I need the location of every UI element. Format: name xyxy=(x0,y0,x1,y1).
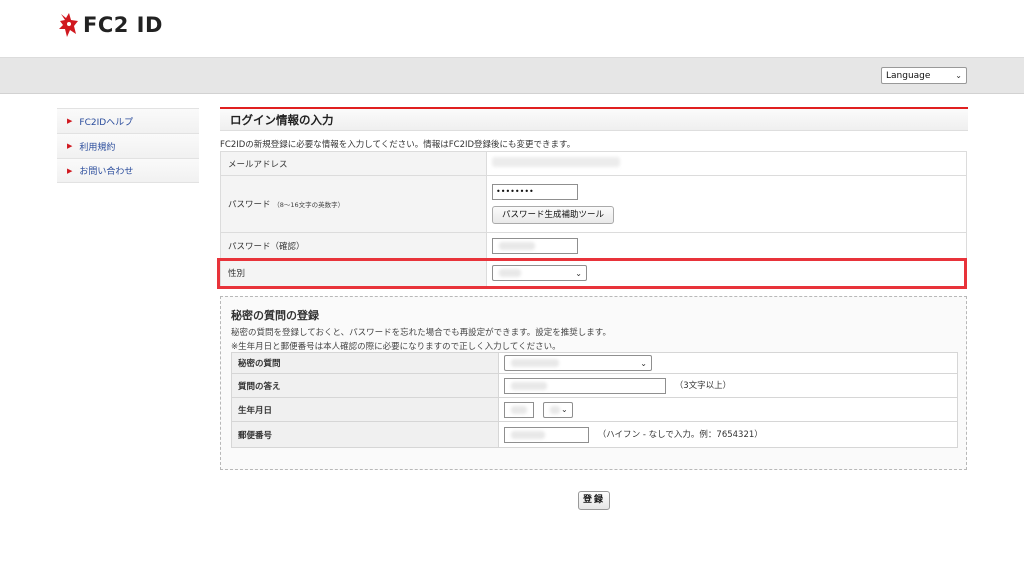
birthdate-cell: ⌄ xyxy=(498,397,958,422)
triangle-right-icon: ▶ xyxy=(67,166,73,175)
postal-code-input[interactable] xyxy=(504,426,589,443)
postal-label: 郵便番号 xyxy=(231,421,499,448)
secret-question-select[interactable]: ⌄ xyxy=(504,355,652,371)
redacted-value xyxy=(511,359,559,367)
password-input[interactable]: •••••••• xyxy=(492,184,578,200)
fc2-logo[interactable]: FC2 ID xyxy=(57,12,163,38)
triangle-right-icon: ▶ xyxy=(67,117,73,125)
secret-question-section: 秘密の質問の登録 秘密の質問を登録しておくと、パスワードを忘れた場合でも再設定が… xyxy=(220,296,967,470)
password-generator-button[interactable]: パスワード生成補助ツール xyxy=(492,206,615,224)
secret-answer-row: 質問の答え （3文字以上） xyxy=(231,373,958,398)
secret-answer-label: 質問の答え xyxy=(231,373,499,398)
logo-text: FC2 ID xyxy=(83,13,163,37)
password-label-cell: パスワード （8～16文字の英数字） xyxy=(220,175,487,233)
password-input-value: •••••••• xyxy=(496,187,534,196)
chevron-down-icon: ⌄ xyxy=(575,268,582,278)
section-title: ログイン情報の入力 xyxy=(220,107,968,131)
postal-row: 郵便番号 （ハイフン - なしで入力。例：7654321） xyxy=(231,421,958,448)
sidebar-item-label: FC2IDヘルプ xyxy=(79,117,134,128)
sidebar-item-label: 利用規約 xyxy=(79,142,116,153)
redacted-value xyxy=(499,269,521,277)
email-value-redacted xyxy=(492,157,620,167)
chevron-down-icon: ⌄ xyxy=(640,358,647,368)
language-bar: Language ⌄ xyxy=(0,57,1024,94)
sidebar-item-contact[interactable]: ▶ お問い合わせ xyxy=(57,158,199,183)
redacted-value xyxy=(511,405,527,414)
password-confirm-row: パスワード（確認） xyxy=(220,232,967,259)
gender-cell: ⌄ xyxy=(486,258,967,288)
birth-year-input[interactable] xyxy=(504,401,534,418)
sidebar-item-label: お問い合わせ xyxy=(79,167,134,177)
secret-answer-cell: （3文字以上） xyxy=(498,373,958,398)
gender-row: 性別 ⌄ xyxy=(220,258,967,288)
birthdate-row: 生年月日 ⌄ xyxy=(231,397,958,422)
sidebar-nav: ▶ FC2IDヘルプ ▶ 利用規約 ▶ お問い合わせ xyxy=(57,108,199,183)
redacted-value xyxy=(549,405,560,414)
postal-cell: （ハイフン - なしで入力。例：7654321） xyxy=(498,421,958,448)
chevron-down-icon: ⌄ xyxy=(561,405,568,414)
email-row: メールアドレス xyxy=(220,151,967,176)
password-confirm-label: パスワード（確認） xyxy=(220,232,487,259)
login-form-table: メールアドレス パスワード （8～16文字の英数字） •••••••• パスワー… xyxy=(220,151,967,288)
language-select-value: Language xyxy=(886,70,931,81)
redacted-value xyxy=(511,381,547,390)
secret-question-cell: ⌄ xyxy=(498,352,958,374)
password-field-cell: •••••••• パスワード生成補助ツール xyxy=(486,175,967,233)
password-hint: （8～16文字の英数字） xyxy=(273,201,345,209)
secret-question-label: 秘密の質問 xyxy=(231,352,499,374)
secret-section-note: ※生年月日と郵便番号は本人確認の際に必要になりますので正しく入力してください。 xyxy=(231,342,561,352)
sidebar-item-terms[interactable]: ▶ 利用規約 xyxy=(57,133,199,158)
language-select[interactable]: Language ⌄ xyxy=(881,67,967,84)
secret-answer-note: （3文字以上） xyxy=(674,381,732,391)
password-confirm-input[interactable] xyxy=(492,237,578,254)
unicorn-logo-icon xyxy=(59,13,78,37)
register-button[interactable]: 登録 xyxy=(578,491,610,510)
redacted-value xyxy=(511,430,545,439)
birth-month-select[interactable]: ⌄ xyxy=(542,401,573,418)
section-intro: FC2IDの新規登録に必要な情報を入力してください。情報はFC2ID登録後にも変… xyxy=(220,140,576,150)
secret-form-table: 秘密の質問 ⌄ 質問の答え （3文字以上） 生年月日 ⌄ 郵便番号 （ハイフン … xyxy=(231,352,958,448)
sidebar-item-help[interactable]: ▶ FC2IDヘルプ xyxy=(57,108,199,133)
secret-section-title: 秘密の質問の登録 xyxy=(231,309,319,322)
password-row: パスワード （8～16文字の英数字） •••••••• パスワード生成補助ツール xyxy=(220,175,967,233)
gender-label: 性別 xyxy=(220,258,487,288)
chevron-down-icon: ⌄ xyxy=(955,71,962,80)
gender-select[interactable]: ⌄ xyxy=(492,265,587,281)
password-confirm-cell xyxy=(486,232,967,259)
email-value-cell xyxy=(486,151,967,176)
password-label: パスワード xyxy=(228,200,271,210)
triangle-right-icon: ▶ xyxy=(67,142,73,150)
email-label: メールアドレス xyxy=(220,151,487,176)
header: FC2 ID xyxy=(0,0,1024,57)
birthdate-label: 生年月日 xyxy=(231,397,499,422)
secret-answer-input[interactable] xyxy=(504,377,666,394)
secret-question-row: 秘密の質問 ⌄ xyxy=(231,352,958,374)
login-info-section: ログイン情報の入力 FC2IDの新規登録に必要な情報を入力してください。情報はF… xyxy=(220,107,968,288)
redacted-value xyxy=(499,241,535,250)
postal-note: （ハイフン - なしで入力。例：7654321） xyxy=(597,430,763,440)
secret-section-desc: 秘密の質問を登録しておくと、パスワードを忘れた場合でも再設定ができます。設定を推… xyxy=(231,328,611,338)
